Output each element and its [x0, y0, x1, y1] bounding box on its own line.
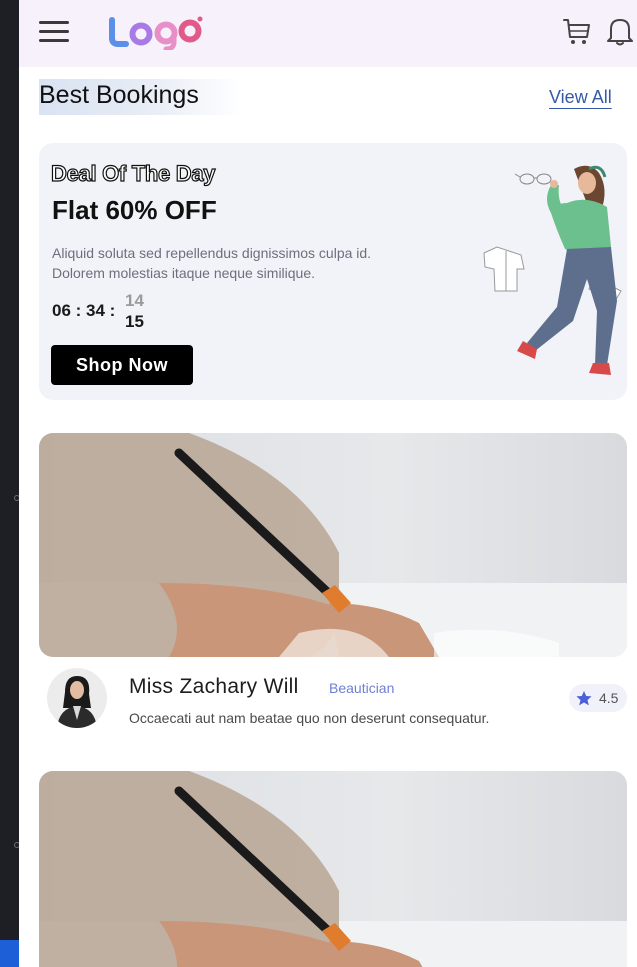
deal-offer: Flat 60% OFF	[52, 195, 217, 225]
booking-description: Occaecati aut nam beatae quo non deserun…	[129, 710, 490, 726]
logo[interactable]	[108, 14, 204, 50]
booking-photo	[39, 771, 627, 967]
deal-title: Deal Of The Day	[50, 160, 216, 186]
avatar[interactable]	[47, 668, 107, 728]
hamburger-menu-icon[interactable]	[39, 21, 69, 43]
star-icon	[576, 690, 592, 705]
cart-icon[interactable]	[562, 16, 592, 46]
bell-icon[interactable]	[606, 16, 634, 46]
rating-badge: 4.5	[569, 684, 627, 712]
background-app-strip	[0, 0, 20, 967]
provider-role: Beautician	[329, 680, 395, 696]
booking-card[interactable]: Miss Zachary Will Beautician Occaecati a…	[39, 433, 627, 733]
fashion-model-illustration	[483, 165, 622, 375]
deal-of-the-day-banner: Deal Of The Day Flat 60% OFF Aliquid sol…	[39, 143, 627, 400]
background-blue-bar	[0, 940, 19, 967]
deal-description: Aliquid soluta sed repellendus dignissim…	[52, 245, 372, 281]
timer-hours: 06	[52, 301, 71, 320]
shop-now-button[interactable]: Shop Now	[51, 345, 193, 385]
booking-photo	[39, 433, 627, 657]
countdown-timer: 06 : 34 :	[52, 301, 116, 320]
mobile-page: Best Bookings View All Deal Of The Day F…	[19, 0, 637, 967]
top-header	[19, 0, 637, 67]
rating-value: 4.5	[599, 690, 619, 706]
view-all-link[interactable]: View All	[549, 87, 612, 108]
timer-minutes: 34	[86, 301, 105, 320]
timer-seconds-current: 15	[125, 312, 144, 331]
booking-card[interactable]	[39, 771, 627, 967]
timer-seconds: 14 15	[125, 290, 144, 332]
timer-seconds-previous: 14	[125, 291, 144, 310]
provider-name: Miss Zachary Will	[129, 675, 299, 698]
section-title: Best Bookings	[39, 79, 243, 115]
